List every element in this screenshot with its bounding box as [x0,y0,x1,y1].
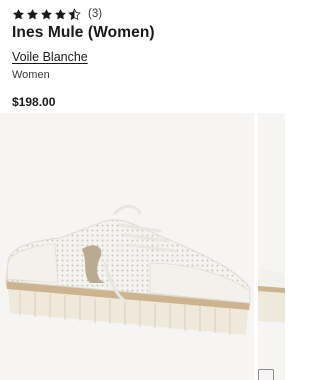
star-icon [55,8,66,19]
product-price: $198.00 [12,95,56,109]
star-rating [12,7,82,21]
product-page: (3) Ines Mule (Women) Voile Blanche Wome… [0,0,285,380]
image-gallery[interactable] [0,113,285,380]
rating-row[interactable]: (3) [12,7,102,21]
star-icon [41,8,52,19]
star-half-icon [68,7,81,20]
product-category: Women [12,69,50,81]
product-image[interactable] [0,113,254,380]
review-count[interactable]: (3) [88,8,102,20]
star-icon [13,8,24,19]
product-title: Ines Mule (Women) [12,24,155,41]
next-product-image[interactable] [258,113,285,380]
star-icon [27,8,38,19]
brand-link[interactable]: Voile Blanche [12,50,88,64]
shoe-illustration [5,204,251,335]
shoe-illustration [258,270,285,323]
zoom-button[interactable] [258,369,274,380]
